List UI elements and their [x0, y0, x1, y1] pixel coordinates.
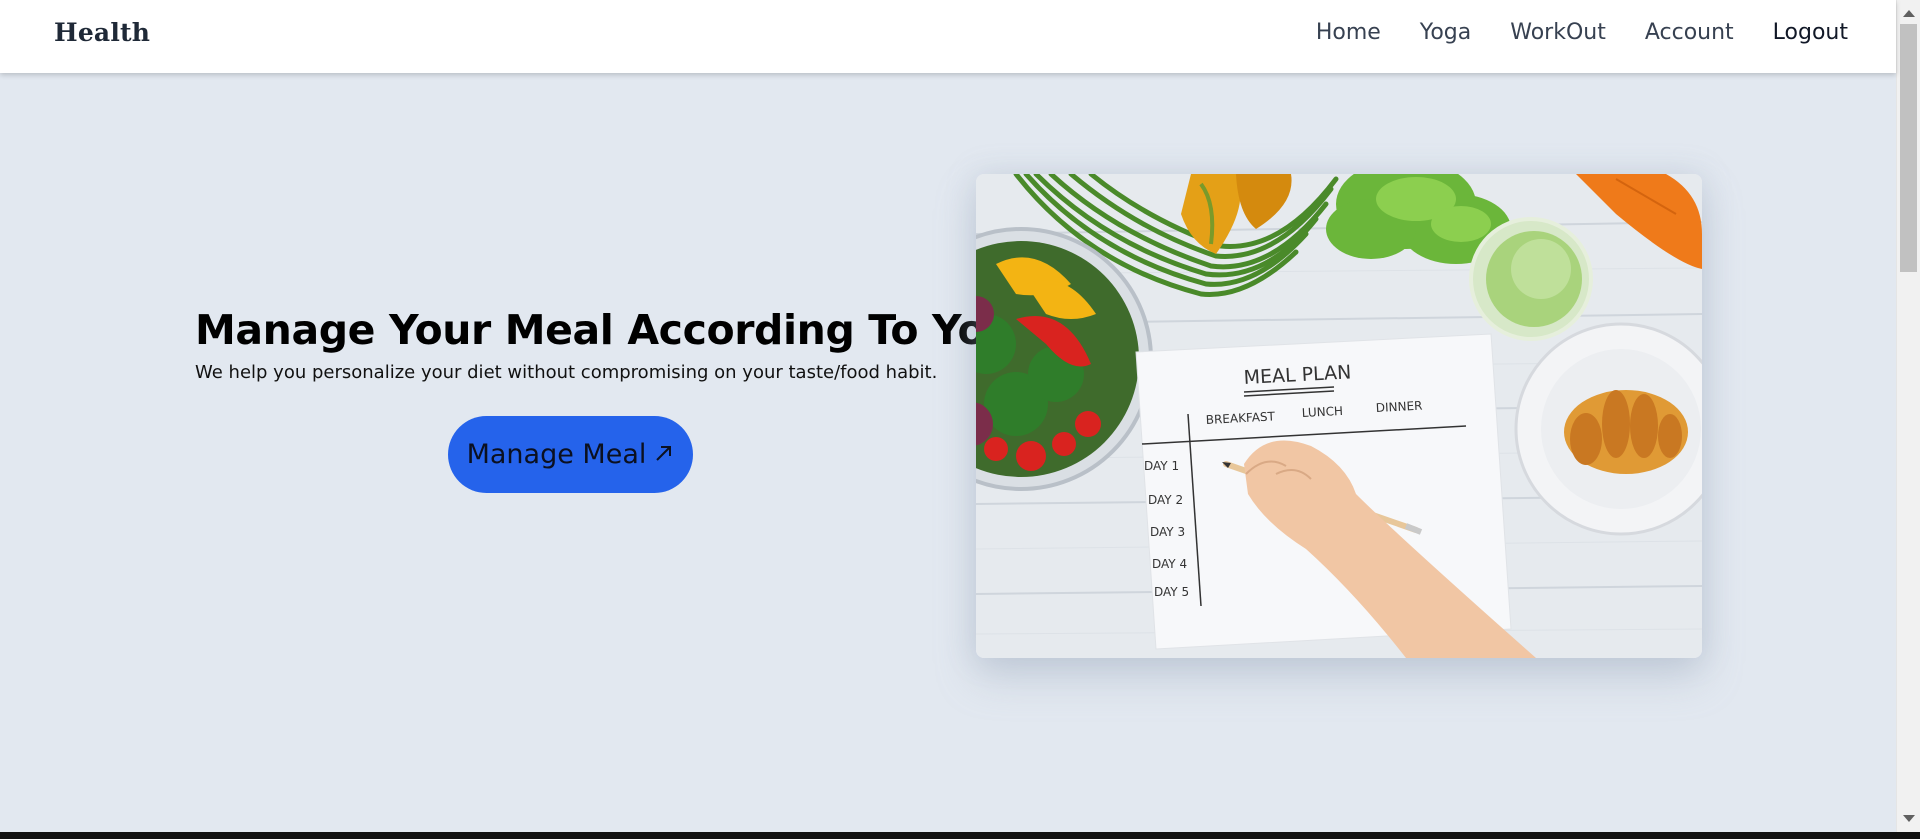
nav-link-logout[interactable]: Logout: [1773, 20, 1848, 45]
meal-plan-col-dinner: DINNER: [1375, 399, 1422, 415]
meal-plan-row-5: DAY 5: [1154, 585, 1189, 599]
page: Health Home Yoga WorkOut Account Logout …: [0, 0, 1920, 839]
meal-plan-row-4: DAY 4: [1152, 557, 1187, 571]
arrow-up-right-icon: [656, 445, 672, 461]
bottom-edge-bar: [0, 832, 1920, 839]
hero-title: Manage Your Meal According To You: [195, 306, 1015, 354]
manage-meal-button[interactable]: Manage Meal: [448, 416, 693, 493]
meal-plan-col-lunch: LUNCH: [1301, 404, 1343, 420]
hero-subtitle: We help you personalize your diet withou…: [195, 362, 938, 383]
nav-links: Home Yoga WorkOut Account Logout: [1316, 20, 1848, 45]
nav-link-account[interactable]: Account: [1645, 20, 1734, 45]
nav-link-workout[interactable]: WorkOut: [1510, 20, 1606, 45]
meal-plan-row-2: DAY 2: [1148, 493, 1183, 507]
scrollbar-thumb[interactable]: [1900, 24, 1917, 272]
meal-plan-row-1: DAY 1: [1144, 459, 1179, 473]
meal-plan-illustration: MEAL PLAN BREAKFAST LUNCH DINNER DAY 1 D…: [976, 174, 1702, 658]
vertical-scrollbar[interactable]: [1896, 0, 1920, 832]
nav-link-home[interactable]: Home: [1316, 20, 1381, 45]
manage-meal-button-label: Manage Meal: [466, 439, 647, 470]
nav-link-yoga[interactable]: Yoga: [1420, 20, 1471, 45]
meal-plan-image: MEAL PLAN BREAKFAST LUNCH DINNER DAY 1 D…: [976, 174, 1702, 658]
scroll-down-arrow-icon[interactable]: [1903, 815, 1915, 822]
top-navbar: Health Home Yoga WorkOut Account Logout: [0, 0, 1896, 73]
meal-plan-row-3: DAY 3: [1150, 525, 1185, 539]
brand-logo[interactable]: Health: [54, 18, 150, 47]
scroll-up-arrow-icon[interactable]: [1903, 10, 1915, 17]
